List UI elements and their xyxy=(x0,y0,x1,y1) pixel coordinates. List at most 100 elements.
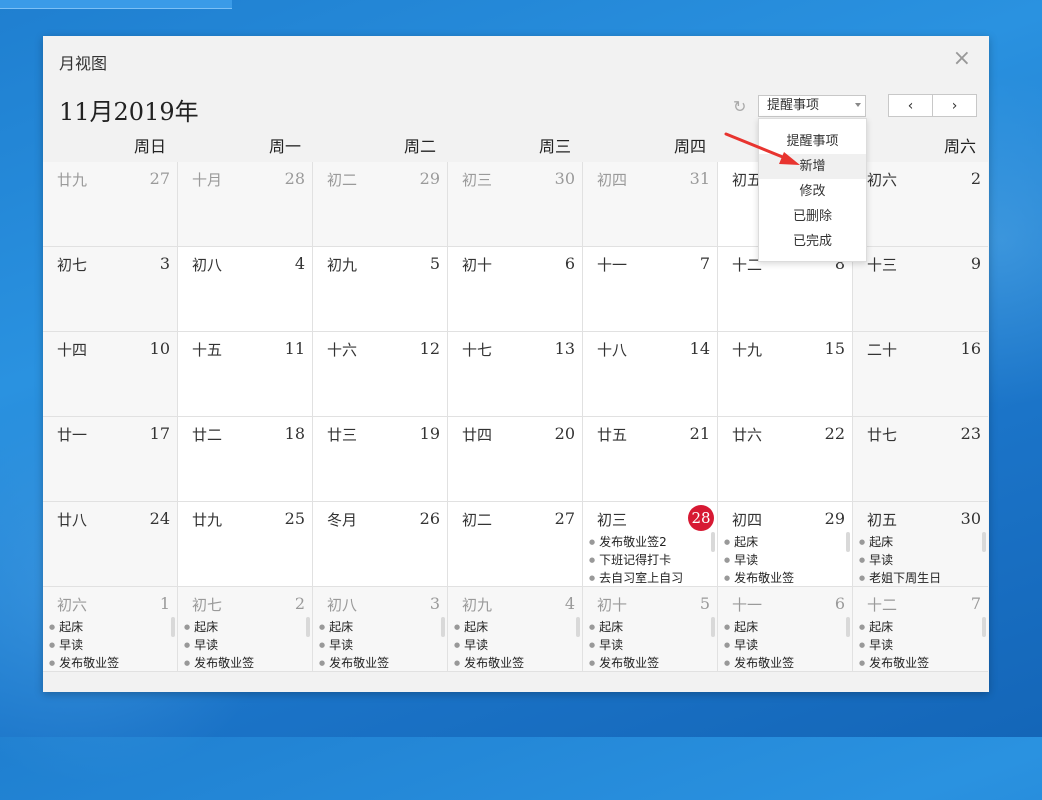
day-cell[interactable]: 初十 6 xyxy=(448,247,583,332)
day-cell[interactable]: 初九 5 xyxy=(313,247,448,332)
day-cell[interactable]: 廿二 18 xyxy=(178,417,313,502)
dropdown-option[interactable]: 已完成 xyxy=(759,229,866,254)
cell-scrollbar[interactable] xyxy=(982,532,986,552)
day-cell[interactable]: 廿八 24 xyxy=(43,502,178,587)
day-cell[interactable]: 廿一 17 xyxy=(43,417,178,502)
event-item[interactable]: 老姐下周生日 xyxy=(859,569,982,587)
day-number: 7 xyxy=(970,594,981,613)
day-cell[interactable]: 二十 16 xyxy=(853,332,988,417)
cell-scrollbar[interactable] xyxy=(441,617,445,637)
day-cell[interactable]: 十七 13 xyxy=(448,332,583,417)
week-row: 廿一 17 廿二 18 廿三 19 廿四 20 廿五 21 廿六 22 廿七 23 xyxy=(43,417,989,502)
event-item[interactable]: 起床 xyxy=(859,618,982,636)
cell-scrollbar[interactable] xyxy=(576,617,580,637)
refresh-icon[interactable]: ↻ xyxy=(733,97,746,116)
event-item[interactable]: 起床 xyxy=(859,533,982,551)
day-cell[interactable]: 廿九 27 xyxy=(43,162,178,247)
dropdown-option[interactable]: 新增 xyxy=(759,154,866,179)
day-cell[interactable]: 十四 10 xyxy=(43,332,178,417)
day-cell[interactable]: 初六 1 起床早读发布敬业签 xyxy=(43,587,178,672)
lunar-date: 初八 xyxy=(327,596,358,614)
event-item[interactable]: 早读 xyxy=(184,636,306,654)
day-cell[interactable]: 初七 2 起床早读发布敬业签 xyxy=(178,587,313,672)
event-item[interactable]: 发布敬业签 xyxy=(724,654,846,672)
day-cell[interactable]: 初八 3 起床早读发布敬业签 xyxy=(313,587,448,672)
day-cell[interactable]: 十五 11 xyxy=(178,332,313,417)
next-month-button[interactable]: › xyxy=(932,95,976,116)
day-cell[interactable]: 廿九 25 xyxy=(178,502,313,587)
event-item[interactable]: 发布敬业签 xyxy=(724,569,846,587)
day-cell[interactable]: 十六 12 xyxy=(313,332,448,417)
month-title: 11月2019年 xyxy=(59,98,199,126)
event-item[interactable]: 发布敬业签 xyxy=(49,654,171,672)
dropdown-option[interactable]: 已删除 xyxy=(759,204,866,229)
event-item[interactable]: 起床 xyxy=(184,618,306,636)
day-cell[interactable]: 初八 4 xyxy=(178,247,313,332)
cell-scrollbar[interactable] xyxy=(306,617,310,637)
day-cell[interactable]: 十二 7 起床早读发布敬业签 xyxy=(853,587,988,672)
event-item[interactable]: 发布敬业签2 xyxy=(589,533,711,551)
day-cell[interactable]: 初二 27 xyxy=(448,502,583,587)
event-item[interactable]: 早读 xyxy=(724,636,846,654)
event-item[interactable]: 早读 xyxy=(454,636,576,654)
day-cell[interactable]: 初六 2 xyxy=(853,162,988,247)
event-item[interactable]: 早读 xyxy=(319,636,441,654)
lunar-date: 二十 xyxy=(867,341,898,359)
dropdown-option[interactable]: 提醒事项 xyxy=(759,129,866,154)
day-cell[interactable]: 十八 14 xyxy=(583,332,718,417)
prev-month-button[interactable]: ‹ xyxy=(889,95,932,116)
dropdown-option[interactable]: 修改 xyxy=(759,179,866,204)
day-cell[interactable]: 初四 31 xyxy=(583,162,718,247)
lunar-date: 初二 xyxy=(462,511,493,529)
event-item[interactable]: 起床 xyxy=(724,533,846,551)
event-item[interactable]: 起床 xyxy=(319,618,441,636)
day-cell[interactable]: 廿四 20 xyxy=(448,417,583,502)
lunar-date: 十四 xyxy=(57,341,88,359)
day-cell[interactable]: 初九 4 起床早读发布敬业签 xyxy=(448,587,583,672)
day-cell[interactable]: 初三 30 xyxy=(448,162,583,247)
day-cell[interactable]: 十三 9 xyxy=(853,247,988,332)
event-item[interactable]: 早读 xyxy=(724,551,846,569)
event-item[interactable]: 起床 xyxy=(49,618,171,636)
event-item[interactable]: 发布敬业签 xyxy=(319,654,441,672)
cell-scrollbar[interactable] xyxy=(711,532,715,552)
day-cell[interactable]: 廿五 21 xyxy=(583,417,718,502)
event-item[interactable]: 发布敬业签 xyxy=(454,654,576,672)
day-cell[interactable]: 廿七 23 xyxy=(853,417,988,502)
event-item[interactable]: 起床 xyxy=(724,618,846,636)
cell-scrollbar[interactable] xyxy=(711,617,715,637)
close-icon[interactable]: × xyxy=(953,46,971,72)
day-cell[interactable]: 十月 28 xyxy=(178,162,313,247)
event-item[interactable]: 下班记得打卡 xyxy=(589,551,711,569)
day-cell[interactable]: 十一 7 xyxy=(583,247,718,332)
day-cell[interactable]: 初七 3 xyxy=(43,247,178,332)
day-cell[interactable]: 十一 6 起床早读发布敬业签 xyxy=(718,587,853,672)
day-cell[interactable]: 冬月 26 xyxy=(313,502,448,587)
filter-select[interactable]: 提醒事项 xyxy=(758,95,866,117)
cell-scrollbar[interactable] xyxy=(982,617,986,637)
event-item[interactable]: 去自习室上自习 xyxy=(589,569,711,587)
day-cell[interactable]: 十九 15 xyxy=(718,332,853,417)
weekday-label: 周六 xyxy=(943,137,976,156)
event-item[interactable]: 起床 xyxy=(454,618,576,636)
cell-scrollbar[interactable] xyxy=(846,532,850,552)
event-item[interactable]: 早读 xyxy=(859,636,982,654)
day-cell[interactable]: 廿六 22 xyxy=(718,417,853,502)
day-cell[interactable]: 初十 5 起床早读发布敬业签 xyxy=(583,587,718,672)
event-item[interactable]: 早读 xyxy=(49,636,171,654)
lunar-date: 廿九 xyxy=(57,171,88,189)
cell-scrollbar[interactable] xyxy=(846,617,850,637)
event-item[interactable]: 早读 xyxy=(859,551,982,569)
event-item[interactable]: 起床 xyxy=(589,618,711,636)
day-cell[interactable]: 廿三 19 xyxy=(313,417,448,502)
event-item[interactable]: 发布敬业签 xyxy=(184,654,306,672)
cell-scrollbar[interactable] xyxy=(171,617,175,637)
day-cell-today[interactable]: 初三28发布敬业签2下班记得打卡去自习室上自习 xyxy=(583,502,718,587)
day-cell[interactable]: 初二 29 xyxy=(313,162,448,247)
day-cell[interactable]: 初四 29 起床早读发布敬业签 xyxy=(718,502,853,587)
day-number: 13 xyxy=(554,339,575,358)
event-item[interactable]: 发布敬业签 xyxy=(589,654,711,672)
day-cell[interactable]: 初五 30 起床早读老姐下周生日 xyxy=(853,502,988,587)
event-item[interactable]: 早读 xyxy=(589,636,711,654)
event-item[interactable]: 发布敬业签 xyxy=(859,654,982,672)
